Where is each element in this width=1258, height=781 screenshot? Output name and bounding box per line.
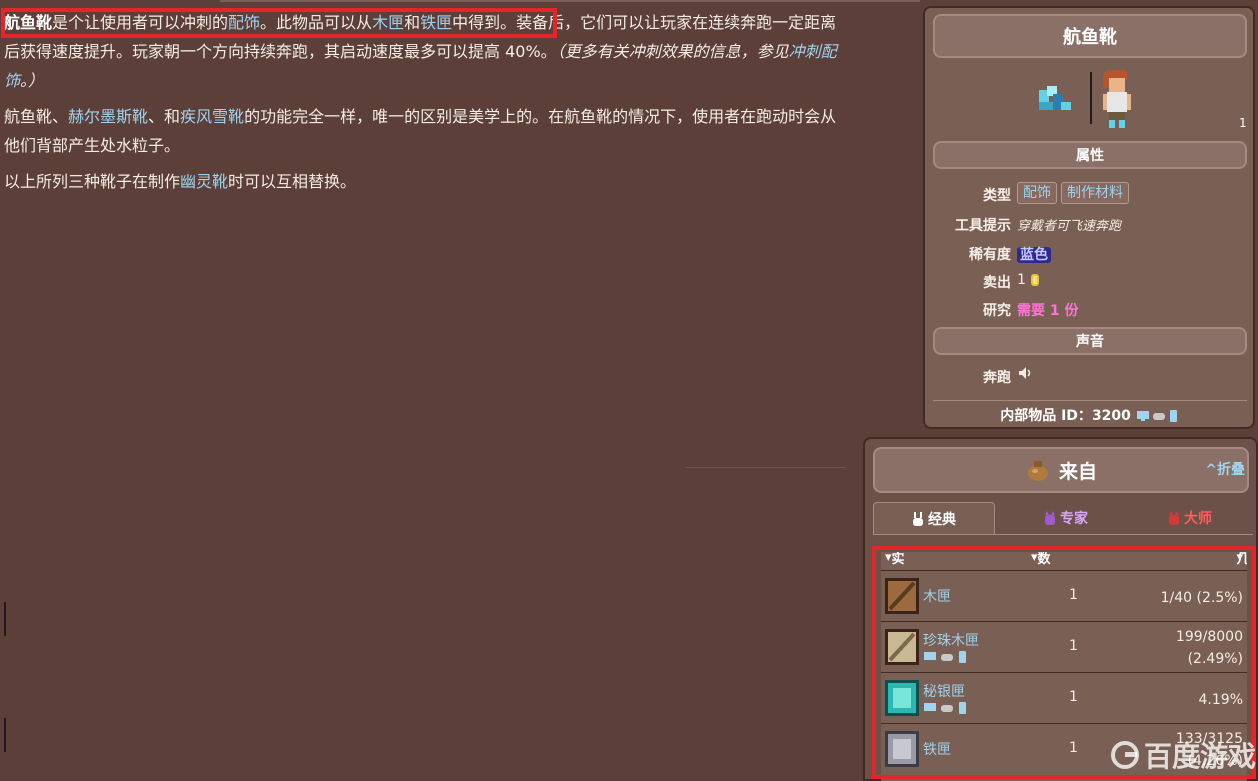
difficulty-tabs: 经典 专家 大师: [873, 502, 1253, 534]
prop-sound: 奔跑: [925, 363, 1257, 389]
header-entity[interactable]: ▾ 实体: [885, 552, 905, 567]
drop-source-box: 来自 ^折叠 经典 专家 大师 ▾ 实体 ▾ 数量 几率 ▾ 木匣 1 1/40…: [863, 437, 1258, 781]
expert-demon-icon: [1045, 511, 1055, 525]
tab-master[interactable]: 大师: [1127, 502, 1253, 534]
article-paragraph-3: 以上所列三种靴子在制作幽灵靴时可以互相替换。: [4, 172, 357, 191]
prop-research: 研究 需要 1 份: [983, 303, 1079, 319]
entity-link-mythril-crate[interactable]: 秘银匣: [923, 681, 965, 701]
header-chance[interactable]: 几率 ▾: [1236, 552, 1247, 567]
prop-rarity: 稀有度 蓝色: [925, 240, 1257, 266]
link-spectre-boots[interactable]: 幽灵靴: [180, 172, 228, 191]
scroll-marker: [4, 718, 6, 752]
section-header-sound: 声音: [933, 327, 1247, 355]
table-row: 秘银匣 1 4.19%: [881, 672, 1247, 722]
article-paragraph-1: 航鱼靴是个让使用者可以冲刺的配饰。此物品可以从木匣和铁匣中得到。装备后，它们可以…: [4, 13, 837, 90]
sailfish-boots-icon: [1039, 86, 1071, 110]
article-body: 航鱼靴是个让使用者可以冲刺的配饰。此物品可以从木匣和铁匣中得到。装备后，它们可以…: [4, 8, 846, 203]
link-wooden-crate[interactable]: 木匣: [372, 13, 404, 32]
baidu-games-logo-icon: [1111, 741, 1139, 769]
console-icon: [1152, 413, 1165, 420]
tab-classic[interactable]: 经典: [873, 502, 995, 534]
scroll-marker: [4, 602, 6, 636]
internal-item-id: 内部物品 ID：3200: [933, 400, 1247, 424]
prop-sell: 卖出 1: [925, 268, 1257, 294]
gold-coin-icon: [1031, 274, 1040, 286]
tab-expert[interactable]: 专家: [1005, 502, 1127, 534]
bunny-icon: [913, 511, 923, 526]
master-demon-icon: [1169, 511, 1179, 525]
infobox-title: 航鱼靴: [933, 14, 1247, 58]
mobile-icon: [1169, 410, 1177, 422]
link-hermes-boots[interactable]: 赫尔墨斯靴: [68, 107, 148, 126]
item-name-bold: 航鱼靴: [4, 13, 53, 32]
header-quantity[interactable]: ▾ 数量: [1031, 552, 1051, 567]
bag-icon: [1027, 461, 1048, 481]
prop-type: 类型 配饰 制作材料: [925, 181, 1257, 207]
link-flurry-boots[interactable]: 疾风雪靴: [180, 107, 244, 126]
link-accessory[interactable]: 配饰: [228, 13, 260, 32]
rarity-badge: 蓝色: [1017, 247, 1051, 263]
section-header-properties: 属性: [933, 141, 1247, 169]
pearlwood-crate-icon: [885, 629, 919, 665]
section-divider: [686, 467, 846, 468]
type-tag-accessory[interactable]: 配饰: [1017, 182, 1057, 204]
entity-link-wooden-crate[interactable]: 木匣: [923, 586, 951, 606]
platform-icons: [924, 651, 966, 663]
speaker-icon[interactable]: [1017, 365, 1033, 381]
desktop-icon: [1136, 411, 1149, 421]
top-divider: [220, 0, 920, 2]
image-note: 1: [1239, 116, 1247, 130]
wooden-crate-icon: [885, 578, 919, 614]
link-iron-crate[interactable]: 铁匣: [420, 13, 452, 32]
platform-icons: [1136, 410, 1177, 422]
type-tag-material[interactable]: 制作材料: [1061, 182, 1129, 204]
table-row: 木匣 1 1/40 (2.5%): [881, 570, 1247, 620]
prop-tooltip: 工具提示 穿戴者可飞速奔跑: [955, 218, 1122, 234]
item-images: [1033, 66, 1173, 136]
table-header: ▾ 实体 ▾ 数量 几率 ▾: [881, 552, 1247, 570]
item-infobox: 航鱼靴 1 属性 类型 配饰 制作材料 工具提示 穿戴者可飞速奔跑 稀有度 蓝色…: [923, 6, 1255, 429]
article-paragraph-2: 航鱼靴、赫尔墨斯靴、和疾风雪靴的功能完全一样，唯一的区别是美学上的。在航鱼靴的情…: [4, 107, 837, 155]
platform-icons: [924, 702, 966, 714]
mythril-crate-icon: [885, 680, 919, 716]
entity-link-pearlwood-crate[interactable]: 珍珠木匣: [923, 630, 979, 650]
entity-link-iron-crate[interactable]: 铁匣: [923, 739, 951, 759]
tabs-divider: [873, 534, 1253, 535]
watermark: 百度游戏: [1110, 735, 1256, 775]
collapse-toggle[interactable]: ^折叠: [1205, 459, 1245, 479]
table-row: 珍珠木匣 1 199/8000 (2.49%): [881, 621, 1247, 671]
player-character-icon: [1103, 70, 1131, 128]
drop-source-title: 来自 ^折叠: [873, 447, 1249, 493]
iron-crate-icon: [885, 731, 919, 767]
